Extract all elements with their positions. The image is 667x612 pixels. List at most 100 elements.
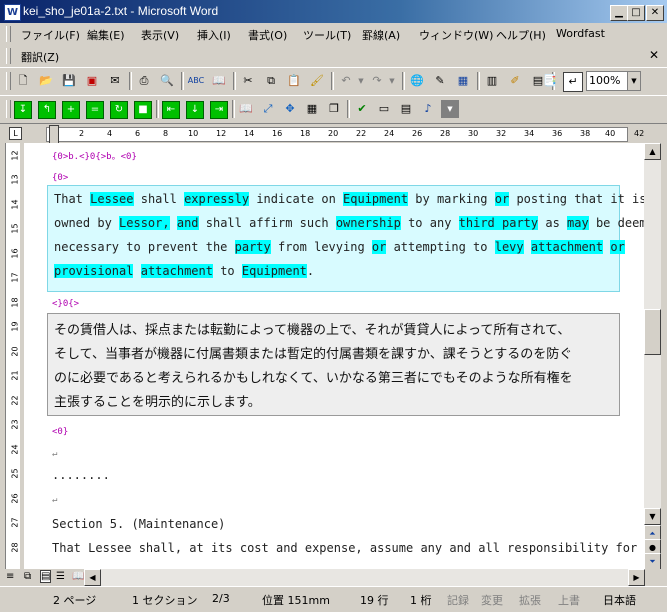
wf-restore-icon[interactable]: ↻ <box>110 101 128 119</box>
menu-help[interactable]: ヘルプ(H) <box>496 27 546 43</box>
menu-file[interactable]: ファイル(F) <box>21 27 80 43</box>
copy-icon[interactable]: ⧉ <box>262 72 280 90</box>
wf-window-icon[interactable]: ▭ <box>375 100 393 118</box>
wf-move-icon[interactable]: ✥ <box>281 100 299 118</box>
scroll-down-icon[interactable]: ▼ <box>644 508 661 525</box>
spelling-icon[interactable]: ABC <box>187 72 205 90</box>
hscroll-track[interactable] <box>101 569 628 586</box>
redo-dropdown-icon[interactable]: ▼ <box>383 72 401 90</box>
ruler-tick: 36 <box>552 129 563 138</box>
toolbar-separator <box>233 72 236 90</box>
wf-check-icon[interactable]: ✔ <box>353 100 371 118</box>
vruler-tick: 27 <box>10 517 20 528</box>
indent-marker[interactable] <box>49 125 59 145</box>
email-icon[interactable]: ✉ <box>106 72 124 90</box>
status-ovr[interactable]: 上書 <box>558 592 580 608</box>
insert-table-icon[interactable]: ▦ <box>454 72 472 90</box>
status-rec[interactable]: 記録 <box>447 592 469 608</box>
drawing-icon[interactable]: ✐ <box>506 72 524 90</box>
normal-view-icon[interactable]: ≡ <box>6 571 14 582</box>
wf-last-icon[interactable]: ⇥ <box>210 101 228 119</box>
wf-windows-icon[interactable]: ❐ <box>325 100 343 118</box>
menu-window[interactable]: ウィンドウ(W) <box>419 27 493 43</box>
outline-view-icon[interactable]: ☰ <box>56 571 65 582</box>
print-preview-icon[interactable]: 🔍 <box>158 72 176 90</box>
wf-down-icon[interactable]: ↓ <box>186 101 204 119</box>
menu-translate[interactable]: 翻訳(Z) <box>21 49 59 65</box>
research-icon[interactable]: 📖 <box>210 72 228 90</box>
tables-borders-icon[interactable]: ✎ <box>431 72 449 90</box>
segment-close-tag: <0} <box>52 427 69 437</box>
vruler-track: 12 13 14 15 16 17 18 19 20 21 22 23 24 2… <box>5 143 20 569</box>
menu-tools[interactable]: ツール(T) <box>303 27 351 43</box>
source-segment[interactable]: That Lessee shall expressly indicate on … <box>47 185 644 292</box>
status-column: 1 桁 <box>410 594 432 607</box>
ruler-tick: 38 <box>580 129 591 138</box>
open-icon[interactable]: 📂 <box>37 72 55 90</box>
wf-grid-icon[interactable]: ▦ <box>303 100 321 118</box>
status-bar: 2 ページ 1 セクション 2/3 位置 151mm 19 行 1 桁 記録 変… <box>0 586 667 612</box>
scroll-right-icon[interactable]: ▶ <box>628 569 645 586</box>
body-line: That Lessee shall, at its cost and expen… <box>52 541 638 555</box>
wf-stop-icon[interactable]: ■ <box>134 101 152 119</box>
menu-wordfast[interactable]: Wordfast <box>556 27 605 40</box>
print-icon[interactable]: ⎙ <box>135 72 153 90</box>
status-ext[interactable]: 拡張 <box>519 592 541 608</box>
target-line-1: その賃借人は、採点または転勤によって機器の上で、それが賃貸人によって所有されて、 <box>54 323 571 338</box>
wf-expand-icon[interactable]: ⤢ <box>259 100 277 118</box>
paragraph-mark-icon: ↵ <box>52 495 58 505</box>
new-icon[interactable]: 🗋 <box>14 72 32 90</box>
save-icon[interactable]: 💾 <box>60 72 78 90</box>
wf-glossary-icon[interactable]: ↰ <box>38 101 56 119</box>
ruler-tick: 16 <box>272 129 283 138</box>
segment-tag: {0>b.<}0{>b。<0} <box>52 152 137 162</box>
wf-format-icon[interactable]: ♪ <box>419 100 437 118</box>
read-icon[interactable]: 📑 <box>541 72 559 90</box>
document-page[interactable]: {0>b.<}0{>b。<0} {0> That Lessee shall ex… <box>24 143 644 569</box>
scroll-up-icon[interactable]: ▲ <box>644 143 661 160</box>
menu-insert[interactable]: 挿入(I) <box>197 27 231 43</box>
ruler-tick: 34 <box>524 129 535 138</box>
next-page-icon[interactable]: ⏷ <box>644 553 661 570</box>
web-view-icon[interactable]: ⧉ <box>24 571 31 582</box>
cut-icon[interactable]: ✂ <box>239 72 257 90</box>
menu-table[interactable]: 罫線(A) <box>362 27 400 43</box>
menu-edit[interactable]: 編集(E) <box>87 27 125 43</box>
hyperlink-icon[interactable]: 🌐 <box>408 72 426 90</box>
ruler-tick: 26 <box>412 129 423 138</box>
wf-plus-icon[interactable]: + <box>62 101 80 119</box>
status-pages: 2/3 <box>212 592 230 605</box>
format-painter-icon[interactable]: 🖌 <box>308 72 326 90</box>
scroll-thumb[interactable] <box>644 309 661 355</box>
show-formatting-icon[interactable]: ↵ <box>563 72 583 92</box>
reading-view-icon[interactable]: 📖 <box>72 571 84 582</box>
scroll-left-icon[interactable]: ◀ <box>84 569 101 586</box>
menu-view[interactable]: 表示(V) <box>141 27 179 43</box>
columns-icon[interactable]: ▥ <box>483 72 501 90</box>
close-button[interactable]: ✕ <box>646 5 664 21</box>
zoom-dropdown-icon[interactable]: ▼ <box>627 71 641 91</box>
vruler-tick: 13 <box>10 174 20 185</box>
print-layout-view-icon[interactable]: ▤ <box>40 570 52 583</box>
wf-book-icon[interactable]: 📖 <box>237 100 255 118</box>
menu-format[interactable]: 書式(O) <box>248 27 287 43</box>
status-trk[interactable]: 変更 <box>481 592 503 608</box>
vertical-scrollbar[interactable]: ▲ ▼ ⏶ ● ⏷ <box>644 143 661 570</box>
target-segment[interactable]: その賃借人は、採点または転勤によって機器の上で、それが賃貸人によって所有されて、… <box>47 313 620 416</box>
wf-tile-icon[interactable]: ▤ <box>397 100 415 118</box>
horizontal-ruler[interactable]: L 2 4 6 8 10 12 14 16 18 20 22 24 26 28 … <box>0 124 667 145</box>
zoom-input[interactable]: 100% <box>586 71 628 91</box>
maximize-button[interactable]: □ <box>627 5 645 21</box>
segment-middle-tag: <}0{> <box>52 299 80 309</box>
wf-start-icon[interactable]: ↧ <box>14 101 32 119</box>
vruler-tick: 12 <box>10 150 20 161</box>
paste-icon[interactable]: 📋 <box>285 72 303 90</box>
minimize-button[interactable]: ▁ <box>610 5 628 21</box>
close-doc-icon[interactable]: ✕ <box>649 48 659 62</box>
wf-options-icon[interactable]: ▼ <box>441 100 459 118</box>
vertical-ruler[interactable]: 12 13 14 15 16 17 18 19 20 21 22 23 24 2… <box>0 143 24 569</box>
wf-equal-icon[interactable]: = <box>86 101 104 119</box>
wf-first-icon[interactable]: ⇤ <box>162 101 180 119</box>
permission-icon[interactable]: ▣ <box>83 72 101 90</box>
tab-selector-icon[interactable]: L <box>9 127 22 140</box>
